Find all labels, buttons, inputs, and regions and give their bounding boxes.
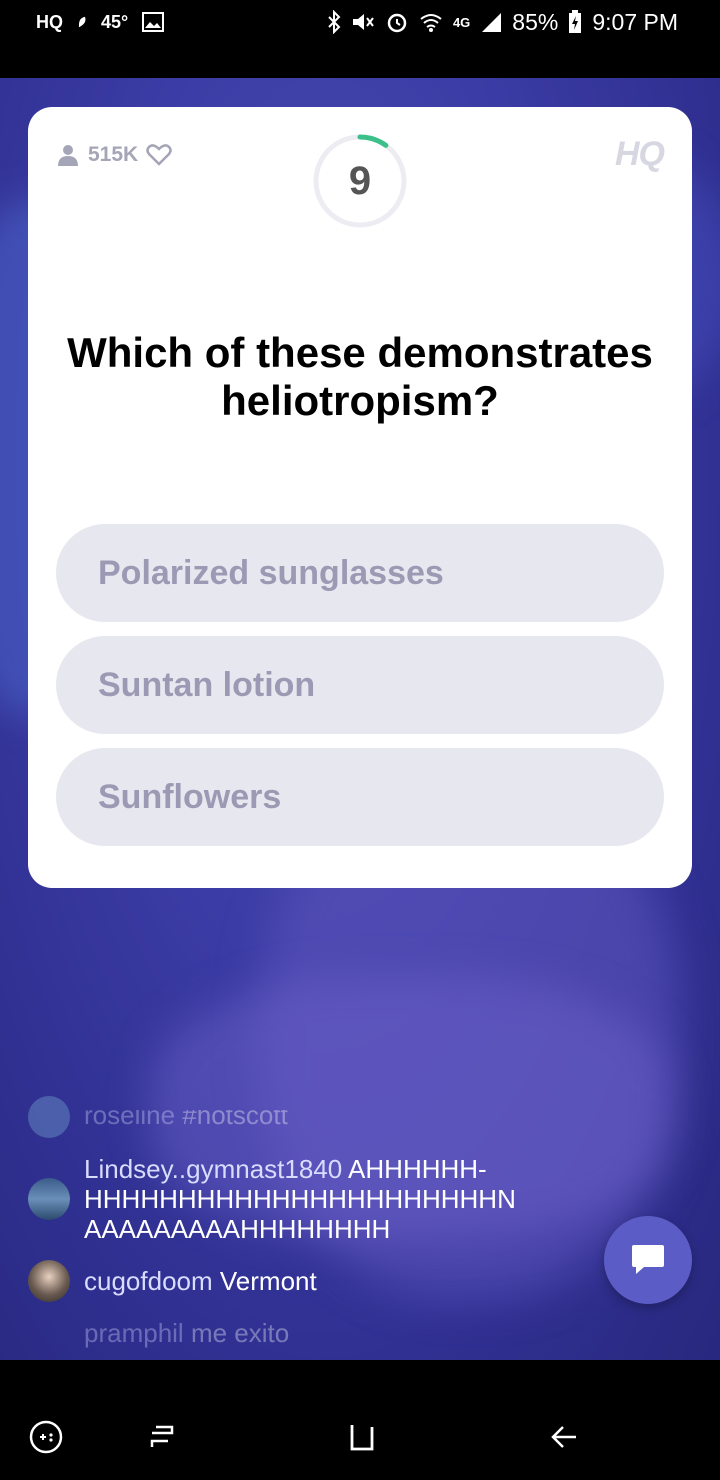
- chat-message-continued: HHHHHHHHHHHHHHHHHHHHHHN: [84, 1184, 516, 1214]
- countdown-timer: 9: [312, 133, 408, 229]
- chat-text: me exito: [190, 1318, 290, 1348]
- answer-option-2[interactable]: Suntan lotion: [56, 636, 664, 734]
- answer-label: Polarized sunglasses: [98, 554, 444, 592]
- hq-logo: HQ: [615, 135, 665, 173]
- chat-username: cugofdoom: [84, 1266, 213, 1296]
- home-icon[interactable]: [340, 1415, 384, 1459]
- wifi-icon: [419, 11, 443, 33]
- chat-text: #hotscott: [182, 1100, 288, 1130]
- chat-message: Lindsey..gymnast1840 AHHHHHH-: [84, 1154, 487, 1184]
- question-card: 515K 9 HQ Which of these demonstrates he…: [28, 107, 692, 888]
- recent-apps-icon[interactable]: [140, 1415, 184, 1459]
- viewer-count-label: 515K: [88, 143, 139, 166]
- game-launcher-icon[interactable]: [24, 1415, 68, 1459]
- answer-label: Sunflowers: [98, 778, 282, 816]
- chat-text: Vermont: [219, 1266, 317, 1296]
- avatar: [28, 1178, 70, 1220]
- network-type: 4G: [452, 14, 471, 30]
- answer-label: Suntan lotion: [98, 666, 316, 704]
- chat-username: roseline: [84, 1100, 176, 1130]
- heart-icon[interactable]: [146, 143, 172, 167]
- chat-message: cugofdoom Vermont: [84, 1266, 317, 1296]
- gallery-icon: [142, 12, 165, 32]
- hq-app-icon: HQ: [36, 11, 63, 32]
- timer-value: 9: [348, 158, 372, 203]
- chat-text: AHHHHHH-: [348, 1154, 487, 1184]
- status-bar: HQ 45° 4G 85% 9:07 PM: [0, 0, 720, 78]
- back-icon[interactable]: [542, 1415, 586, 1459]
- avatar: [28, 1260, 70, 1302]
- chat-message: pramphil me exito: [84, 1318, 289, 1348]
- clock: 9:07 PM: [592, 8, 678, 35]
- signal-icon: [480, 11, 502, 33]
- alarm-icon: [385, 10, 409, 34]
- mute-icon: [351, 11, 375, 33]
- weather-icon: [77, 16, 87, 28]
- person-icon: [56, 143, 80, 167]
- temperature: 45°: [101, 11, 129, 32]
- chat-username: Lindsey..gymnast1840: [84, 1154, 343, 1184]
- chat-toggle-button[interactable]: [604, 1216, 692, 1304]
- bluetooth-icon: [327, 10, 341, 34]
- chat-message: roseline #hotscott: [84, 1100, 288, 1130]
- battery-percent: 85%: [512, 8, 559, 35]
- chat-bubble-icon: [632, 1245, 664, 1274]
- answer-option-3[interactable]: Sunflowers: [56, 748, 664, 846]
- status-right: 4G 85% 9:07 PM: [327, 6, 678, 38]
- viewer-count: 515K: [56, 143, 172, 167]
- chat-feed: roseline #hotscott Lindsey..gymnast1840 …: [0, 1096, 720, 1360]
- chat-username: pramphil: [84, 1318, 184, 1348]
- avatar: [28, 1096, 70, 1138]
- question-text: Which of these demonstrates heliotropism…: [67, 329, 653, 424]
- answer-option-1[interactable]: Polarized sunglasses: [56, 524, 664, 622]
- chat-message-continued: AAAAAAAAAHHHHHHHH: [84, 1214, 391, 1244]
- status-left: HQ 45°: [36, 8, 165, 36]
- battery-icon: [568, 10, 582, 34]
